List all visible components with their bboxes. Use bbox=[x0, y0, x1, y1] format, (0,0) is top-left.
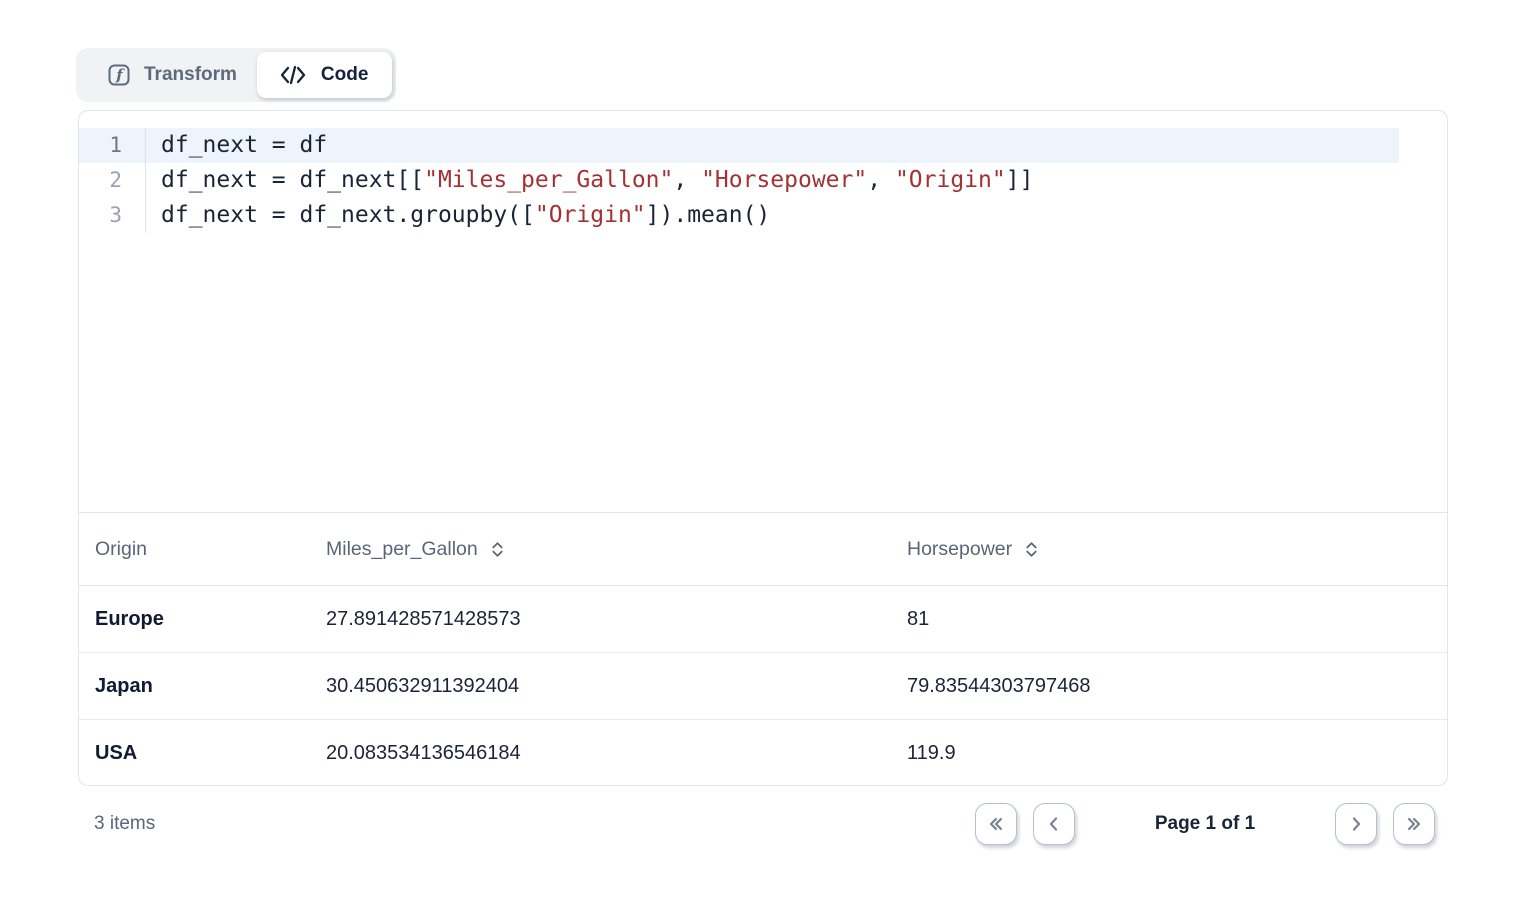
last-page-button[interactable] bbox=[1393, 803, 1435, 845]
view-mode-tabbar: f Transform Code bbox=[76, 48, 396, 102]
code-line-text: df_next = df bbox=[146, 128, 1399, 163]
table-row: USA 20.083534136546184 119.9 bbox=[79, 720, 1447, 786]
table-row: Europe 27.891428571428573 81 bbox=[79, 586, 1447, 653]
column-header-miles-per-gallon[interactable]: Miles_per_Gallon bbox=[326, 538, 907, 561]
table-header-row: Origin Miles_per_Gallon Horsepower bbox=[79, 513, 1447, 586]
column-header-origin: Origin bbox=[95, 538, 326, 561]
chevron-left-icon bbox=[1044, 814, 1064, 834]
items-count: 3 items bbox=[78, 813, 155, 835]
sort-icon[interactable] bbox=[491, 539, 504, 560]
code-line-text: df_next = df_next[["Miles_per_Gallon", "… bbox=[146, 163, 1399, 198]
code-icon bbox=[279, 65, 307, 85]
cell-miles-per-gallon: 20.083534136546184 bbox=[326, 742, 907, 765]
tab-transform[interactable]: f Transform bbox=[80, 52, 257, 98]
cell-origin: Europe bbox=[95, 608, 326, 631]
previous-page-button[interactable] bbox=[1033, 803, 1075, 845]
code-line: 3 df_next = df_next.groupby(["Origin"]).… bbox=[79, 198, 1447, 233]
cell-horsepower: 79.83544303797468 bbox=[907, 675, 1447, 698]
cell-origin: USA bbox=[95, 742, 326, 765]
pagination: Page 1 of 1 bbox=[975, 803, 1448, 845]
line-number: 2 bbox=[79, 163, 146, 198]
line-number: 1 bbox=[79, 128, 146, 163]
svg-text:f: f bbox=[115, 66, 125, 84]
chevron-right-icon bbox=[1346, 814, 1366, 834]
line-number: 3 bbox=[79, 198, 146, 233]
cell-miles-per-gallon: 27.891428571428573 bbox=[326, 608, 907, 631]
cell-origin: Japan bbox=[95, 675, 326, 698]
page-indicator: Page 1 of 1 bbox=[1091, 813, 1319, 835]
tab-code-label: Code bbox=[321, 64, 369, 86]
tab-code[interactable]: Code bbox=[257, 52, 393, 98]
sort-icon[interactable] bbox=[1025, 539, 1038, 560]
next-page-button[interactable] bbox=[1335, 803, 1377, 845]
code-line: 2 df_next = df_next[["Miles_per_Gallon",… bbox=[79, 163, 1447, 198]
function-icon: f bbox=[108, 64, 130, 86]
cell-horsepower: 81 bbox=[907, 608, 1447, 631]
tab-transform-label: Transform bbox=[144, 64, 237, 86]
cell-horsepower: 119.9 bbox=[907, 742, 1447, 765]
code-line-text: df_next = df_next.groupby(["Origin"]).me… bbox=[146, 198, 1399, 233]
code-editor[interactable]: 1 df_next = df 2 df_next = df_next[["Mil… bbox=[79, 111, 1447, 513]
column-header-horsepower[interactable]: Horsepower bbox=[907, 538, 1447, 561]
first-page-button[interactable] bbox=[975, 803, 1017, 845]
chevrons-left-icon bbox=[986, 814, 1006, 834]
table-footer: 3 items Page 1 of 1 bbox=[78, 803, 1448, 845]
cell-miles-per-gallon: 30.450632911392404 bbox=[326, 675, 907, 698]
table-row: Japan 30.450632911392404 79.835443037974… bbox=[79, 653, 1447, 720]
code-line: 1 df_next = df bbox=[79, 128, 1447, 163]
chevrons-right-icon bbox=[1404, 814, 1424, 834]
code-and-results-panel: 1 df_next = df 2 df_next = df_next[["Mil… bbox=[78, 110, 1448, 786]
